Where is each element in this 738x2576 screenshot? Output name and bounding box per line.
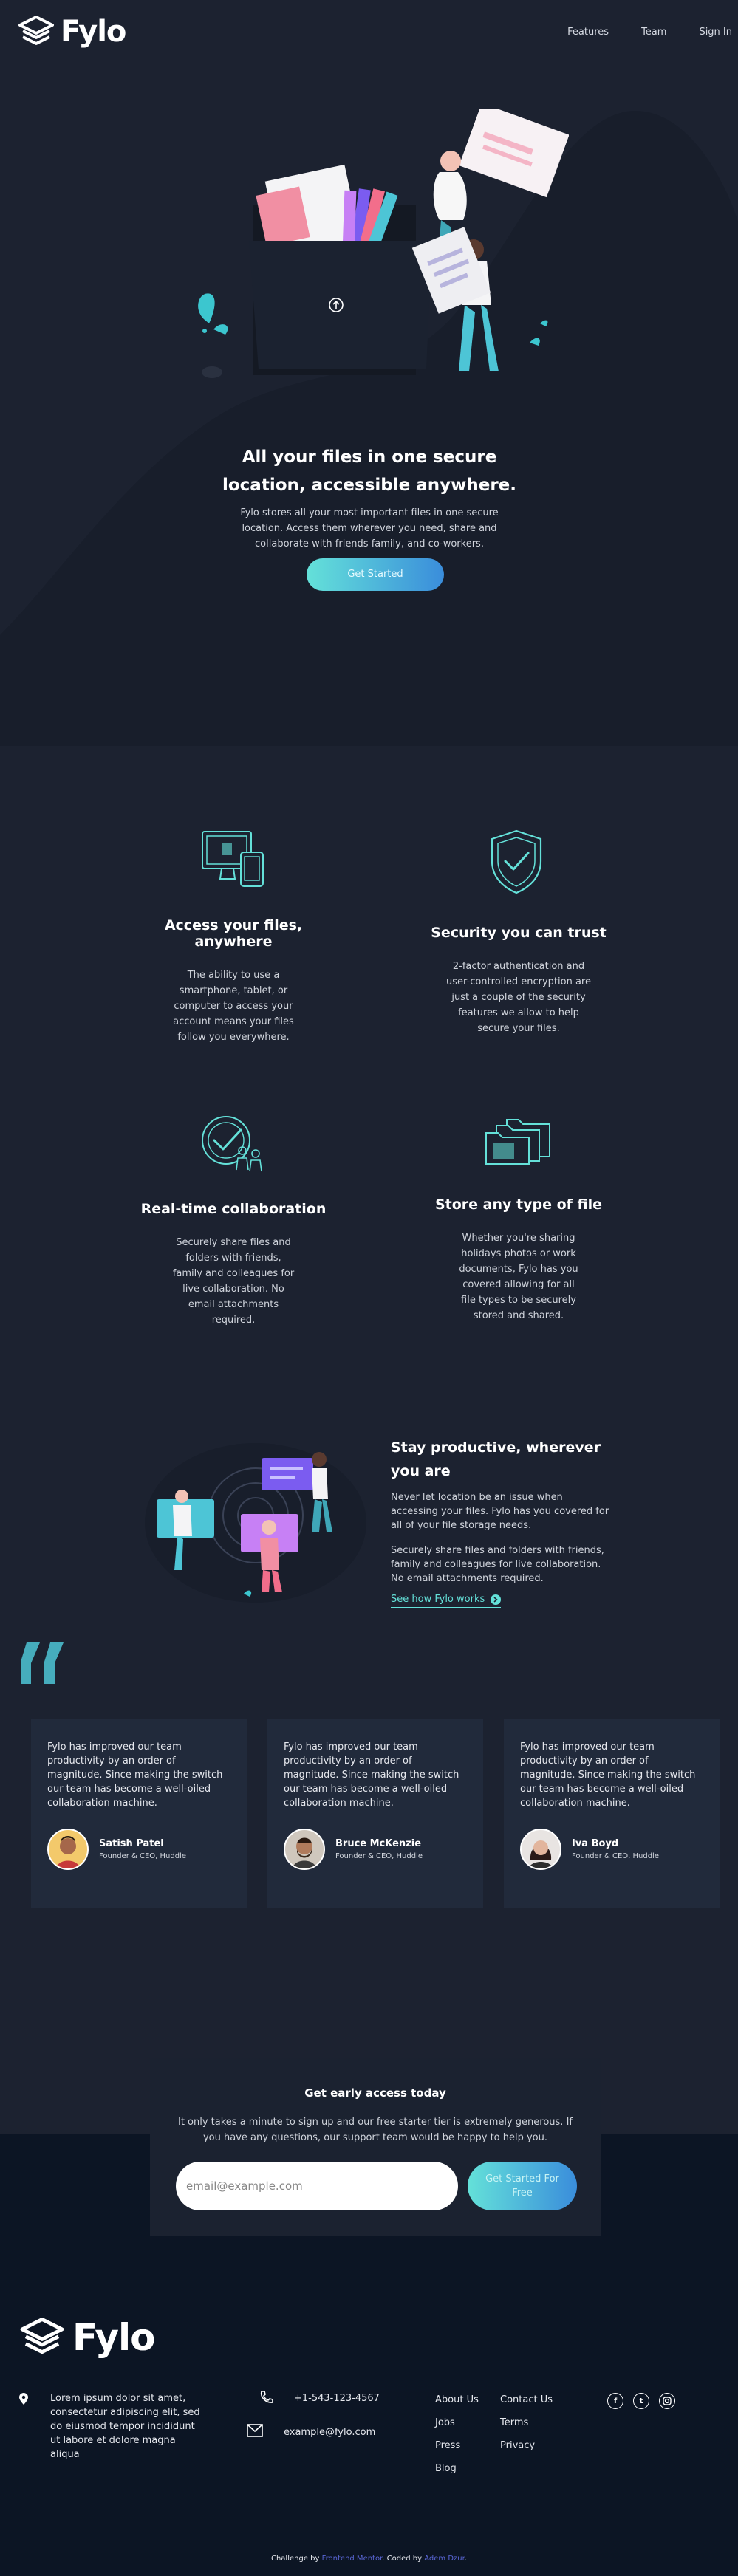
testimonial-text: Fylo has improved our team productivity …	[284, 1741, 459, 1809]
early-access-text: It only takes a minute to sign up and ou…	[177, 2117, 573, 2143]
nav-link-sign-in[interactable]: Sign In	[699, 27, 732, 38]
footer-link-privacy[interactable]: Privacy	[500, 2440, 553, 2451]
feature-collaboration: Real-time collaboration Securely share f…	[130, 1201, 337, 1328]
logo-text: Fylo	[61, 15, 126, 49]
testimonial-name: Satish Patel	[99, 1838, 164, 1849]
get-started-free-button[interactable]: Get Started For Free	[468, 2162, 577, 2210]
testimonial-person: Satish Patel Founder & CEO, Huddle	[47, 1829, 186, 1870]
testimonial-card: Fylo has improved our team productivity …	[267, 1719, 483, 1908]
author-link[interactable]: Adem Dzur	[424, 2555, 465, 2563]
feature-title: Real-time collaboration	[140, 1201, 327, 1217]
testimonial-person: Iva Boyd Founder & CEO, Huddle	[520, 1829, 659, 1870]
nav-link-team[interactable]: Team	[641, 27, 666, 38]
testimonial-card: Fylo has improved our team productivity …	[504, 1719, 720, 1908]
attribution-prefix: Challenge by	[270, 2555, 320, 2563]
logo-layers-icon	[20, 2318, 64, 2354]
footer-link-blog[interactable]: Blog	[435, 2463, 479, 2474]
email-input[interactable]: email@example.com	[176, 2162, 458, 2210]
email-icon	[247, 2424, 263, 2437]
phone-icon	[260, 2391, 273, 2403]
testimonial-card: Fylo has improved our team productivity …	[31, 1719, 247, 1908]
header-logo[interactable]: Fylo	[18, 15, 126, 49]
testimonial-text: Fylo has improved our team productivity …	[520, 1741, 696, 1809]
avatar	[47, 1829, 89, 1870]
attribution-middle: . Coded by	[382, 2555, 423, 2563]
footer-logo-text: Fylo	[72, 2316, 156, 2359]
footer-logo[interactable]: Fylo	[19, 2316, 156, 2359]
feature-text: The ability to use a smartphone, tablet,…	[173, 970, 294, 1043]
nav-link-features[interactable]: Features	[567, 27, 609, 38]
footer-address: Lorem ipsum dolor sit amet, consectetur …	[50, 2393, 200, 2460]
feature-title: Store any type of file	[434, 1196, 603, 1213]
testimonial-person: Bruce McKenzie Founder & CEO, Huddle	[284, 1829, 423, 1870]
devices-icon	[202, 831, 264, 887]
footer-link-contact-us[interactable]: Contact Us	[500, 2394, 553, 2405]
feature-access-files: Access your files, anywhere The ability …	[130, 917, 337, 1045]
testimonial-role: Founder & CEO, Huddle	[572, 1852, 659, 1860]
avatar	[520, 1829, 561, 1870]
footer-phone[interactable]: +1-543-123-4567	[294, 2393, 380, 2404]
hero-illustration	[198, 109, 569, 378]
early-access-card: Get early access today It only takes a m…	[150, 2058, 601, 2236]
instagram-icon[interactable]	[659, 2393, 675, 2409]
facebook-icon[interactable]: f	[607, 2393, 623, 2409]
hero-description: Fylo stores all your most important file…	[240, 507, 499, 549]
feature-storage: Store any type of file Whether you're sh…	[423, 1196, 615, 1323]
productive-title: Stay productive, wherever you are	[391, 1439, 601, 1479]
twitter-icon[interactable]: t	[633, 2393, 649, 2409]
attribution-suffix: .	[464, 2555, 467, 2563]
quote-icon	[21, 1642, 64, 1684]
location-icon	[19, 2393, 28, 2405]
footer-links-col-2: Contact Us Terms Privacy	[500, 2394, 553, 2451]
testimonial-role: Founder & CEO, Huddle	[335, 1852, 423, 1860]
feature-text: Whether you're sharing holidays photos o…	[459, 1233, 578, 1321]
feature-security: Security you can trust 2-factor authenti…	[423, 925, 615, 1036]
shield-check-icon	[491, 829, 542, 894]
productive-paragraph-2: Securely share files and folders with fr…	[391, 1545, 604, 1584]
feature-text: Securely share files and folders with fr…	[172, 1237, 295, 1326]
avatar	[284, 1829, 325, 1870]
feature-title: Access your files, anywhere	[164, 917, 303, 950]
folders-icon	[485, 1119, 550, 1165]
feature-text: 2-factor authentication and user-control…	[445, 961, 591, 1034]
testimonial-role: Founder & CEO, Huddle	[99, 1852, 186, 1860]
frontend-mentor-link[interactable]: Frontend Mentor	[322, 2555, 383, 2563]
collaboration-icon	[202, 1116, 262, 1172]
hero-get-started-button[interactable]: Get Started	[307, 558, 444, 591]
productive-illustration	[145, 1443, 366, 1603]
attribution: Challenge by Frontend Mentor. Coded by A…	[0, 2554, 738, 2576]
arrow-right-circle-icon	[491, 1594, 502, 1605]
feature-title: Security you can trust	[431, 925, 607, 941]
see-how-link-label: See how Fylo works	[391, 1594, 485, 1605]
see-how-fylo-works-link[interactable]: See how Fylo works	[391, 1594, 502, 1608]
footer-link-terms[interactable]: Terms	[500, 2417, 553, 2428]
main-nav: Features Team Sign In	[567, 27, 732, 38]
hero-title: All your files in one secure location, a…	[222, 448, 517, 495]
footer-link-about-us[interactable]: About Us	[435, 2394, 479, 2405]
productive-paragraph-1: Never let location be an issue when acce…	[391, 1492, 609, 1531]
testimonial-text: Fylo has improved our team productivity …	[47, 1741, 223, 1809]
footer-links-col-1: About Us Jobs Press Blog	[435, 2394, 479, 2474]
testimonial-name: Bruce McKenzie	[335, 1838, 422, 1849]
footer-email[interactable]: example@fylo.com	[284, 2427, 375, 2438]
footer-link-press[interactable]: Press	[435, 2440, 479, 2451]
early-access-title: Get early access today	[304, 2086, 446, 2100]
testimonial-name: Iva Boyd	[572, 1838, 619, 1849]
logo-layers-icon	[18, 16, 54, 45]
footer-link-jobs[interactable]: Jobs	[435, 2417, 479, 2428]
